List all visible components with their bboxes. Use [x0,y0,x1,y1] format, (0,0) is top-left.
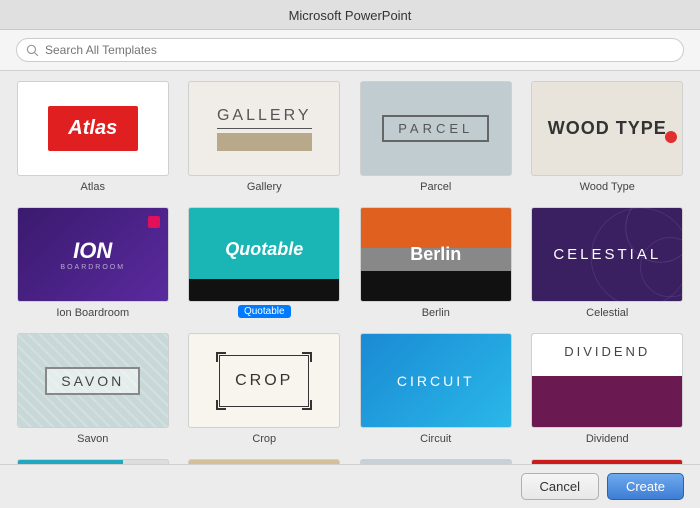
template-item-berlin[interactable]: Berlin Berlin [357,207,515,319]
title-bar: Microsoft PowerPoint [0,0,700,30]
template-label-berlin: Berlin [422,307,450,319]
template-item-celestial[interactable]: CELESTIAL Celestial [529,207,687,319]
app-title: Microsoft PowerPoint [289,8,412,23]
template-thumb-quotable: Quotable [188,207,340,302]
template-item-quotable[interactable]: Quotable Quotable [186,207,344,319]
template-thumb-savon: SAVON [17,333,169,428]
template-label-gallery: Gallery [247,181,282,193]
template-thumb-crop: CROP [188,333,340,428]
template-item-woodtype[interactable]: WOOD TYPE Wood Type [529,81,687,193]
template-thumb-dividend: DIVIDEND [531,333,683,428]
template-label-circuit: Circuit [420,433,451,445]
template-thumb-parcel: PARCEL [360,81,512,176]
template-thumb-gallery: GALLERY [188,81,340,176]
template-label-atlas: Atlas [81,181,105,193]
create-button[interactable]: Create [607,473,684,500]
template-thumb-circuit: CIRCUIT [360,333,512,428]
template-label-celestial: Celestial [586,307,628,319]
template-item-frame[interactable]: Frame Frame [14,459,172,464]
template-item-savon[interactable]: SAVON Savon [14,333,172,445]
template-thumb-droplet: DROPLET [360,459,512,464]
template-item-droplet[interactable]: DROPLET Droplet [357,459,515,464]
template-label-crop: Crop [252,433,276,445]
template-item-crop[interactable]: CROP Crop [186,333,344,445]
template-label-parcel: Parcel [420,181,451,193]
template-item-parcel[interactable]: PARCEL Parcel [357,81,515,193]
template-label-savon: Savon [77,433,108,445]
template-item-circuit[interactable]: CIRCUIT Circuit [357,333,515,445]
search-bar [0,30,700,71]
template-thumb-organic: Organic [188,459,340,464]
template-label-ion: Ion Boardroom [56,307,129,319]
template-thumb-frame: Frame [17,459,169,464]
template-thumb-mainevent: MAINEVENT [531,459,683,464]
template-label-woodtype: Wood Type [580,181,635,193]
template-item-ion[interactable]: ION BOARDROOM Ion Boardroom [14,207,172,319]
cancel-button[interactable]: Cancel [521,473,599,500]
template-thumb-berlin: Berlin [360,207,512,302]
template-thumb-atlas: Atlas [17,81,169,176]
template-item-dividend[interactable]: DIVIDEND Dividend [529,333,687,445]
search-input[interactable] [16,38,684,62]
footer: Cancel Create [0,464,700,508]
template-thumb-ion: ION BOARDROOM [17,207,169,302]
template-thumb-celestial: CELESTIAL [531,207,683,302]
template-item-gallery[interactable]: GALLERY Gallery [186,81,344,193]
template-label-dividend: Dividend [586,433,629,445]
template-thumb-woodtype: WOOD TYPE [531,81,683,176]
quotable-badge: Quotable [238,305,291,318]
template-grid: Atlas Atlas GALLERY Gallery PARCEL Parce… [0,71,700,464]
template-item-atlas[interactable]: Atlas Atlas [14,81,172,193]
template-item-mainevent[interactable]: MAINEVENT Main Event [529,459,687,464]
template-item-organic[interactable]: Organic Organic [186,459,344,464]
